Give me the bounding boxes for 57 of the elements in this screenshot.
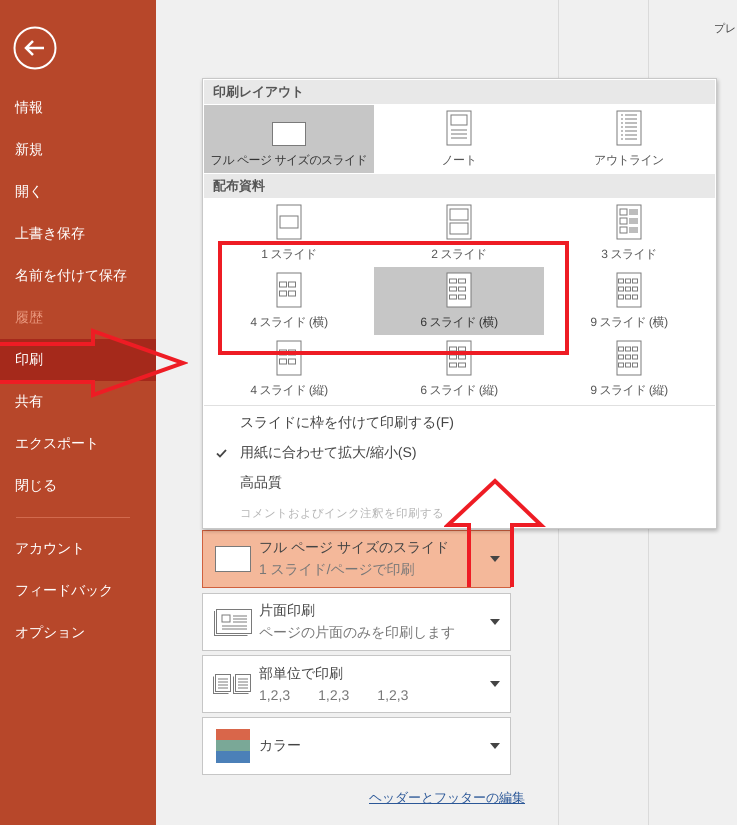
layout-option[interactable]: アウトライン bbox=[544, 105, 714, 173]
section-header: 印刷レイアウト bbox=[204, 80, 715, 104]
nav-item[interactable]: 開く bbox=[0, 171, 156, 213]
nav-item[interactable]: 情報 bbox=[0, 87, 156, 129]
caret-icon bbox=[490, 619, 500, 625]
collate-order: 1,2,3 bbox=[259, 687, 290, 703]
nav-item[interactable]: アカウント bbox=[0, 528, 156, 570]
page-layout-icon bbox=[446, 204, 472, 240]
section-header: 配布資料 bbox=[204, 174, 715, 198]
caret-icon bbox=[490, 556, 500, 562]
page-layout-icon bbox=[276, 272, 302, 308]
menu-option[interactable]: 高品質 bbox=[203, 468, 716, 498]
print-setting-dropdown[interactable]: フル ページ サイズのスライド 1 スライド/ページで印刷 bbox=[202, 530, 511, 588]
nav-item[interactable]: エクスポート bbox=[0, 423, 156, 465]
page-layout-icon bbox=[616, 204, 642, 240]
nav-item[interactable]: 閉じる bbox=[0, 465, 156, 507]
layout-option[interactable]: ノート bbox=[374, 105, 544, 173]
back-icon[interactable] bbox=[13, 26, 57, 70]
menu-option[interactable]: 用紙に合わせて拡大/縮小(S) bbox=[203, 438, 716, 468]
color-icon bbox=[216, 729, 250, 763]
print-setting-dropdown[interactable]: 部単位で印刷 1,2,3 1,2,3 1,2,3 bbox=[202, 655, 511, 713]
nav-item[interactable]: 名前を付けて保存 bbox=[0, 255, 156, 297]
nav-item[interactable]: オプション bbox=[0, 612, 156, 654]
page-layout-icon bbox=[446, 272, 472, 308]
layout-option[interactable]: 9 スライド (縦) bbox=[544, 335, 714, 403]
page-layout-icon bbox=[276, 204, 302, 240]
layout-option[interactable]: 1 スライド bbox=[204, 199, 374, 267]
nav-item[interactable]: フィードバック bbox=[0, 570, 156, 612]
page-icon bbox=[214, 608, 252, 636]
layout-option[interactable]: 4 スライド (横) bbox=[204, 267, 374, 335]
edit-header-footer-link[interactable]: ヘッダーとフッターの編集 bbox=[369, 789, 525, 807]
layout-option[interactable]: 3 スライド bbox=[544, 199, 714, 267]
check-icon bbox=[216, 448, 227, 458]
layout-option[interactable]: 9 スライド (横) bbox=[544, 267, 714, 335]
layout-option[interactable]: 4 スライド (縦) bbox=[204, 335, 374, 403]
collate-order: 1,2,3 bbox=[377, 687, 408, 703]
nav-item[interactable]: 上書き保存 bbox=[0, 213, 156, 255]
nav-item[interactable]: 共有 bbox=[0, 381, 156, 423]
print-setting-dropdown[interactable]: 片面印刷 ページの片面のみを印刷します bbox=[202, 593, 511, 651]
caret-icon bbox=[490, 681, 500, 687]
layout-option[interactable]: フル ページ サイズのスライド bbox=[204, 105, 374, 173]
page-layout-icon bbox=[616, 340, 642, 376]
nav-item[interactable]: 新規 bbox=[0, 129, 156, 171]
print-setting-dropdown[interactable]: カラー bbox=[202, 717, 511, 775]
slide-icon bbox=[215, 546, 251, 572]
page-layout-icon bbox=[446, 110, 472, 146]
caret-icon bbox=[490, 743, 500, 749]
layout-option[interactable]: 6 スライド (横) bbox=[374, 267, 544, 335]
layout-option[interactable]: 2 スライド bbox=[374, 199, 544, 267]
menu-option[interactable]: スライドに枠を付けて印刷する(F) bbox=[203, 408, 716, 438]
pages-icon bbox=[213, 674, 253, 694]
layout-option[interactable]: 6 スライド (縦) bbox=[374, 335, 544, 403]
page-layout-icon bbox=[616, 272, 642, 308]
collate-order: 1,2,3 bbox=[318, 687, 350, 703]
page-layout-icon bbox=[616, 110, 642, 146]
header-text: プレ bbox=[714, 22, 736, 36]
slide-icon bbox=[272, 122, 306, 146]
